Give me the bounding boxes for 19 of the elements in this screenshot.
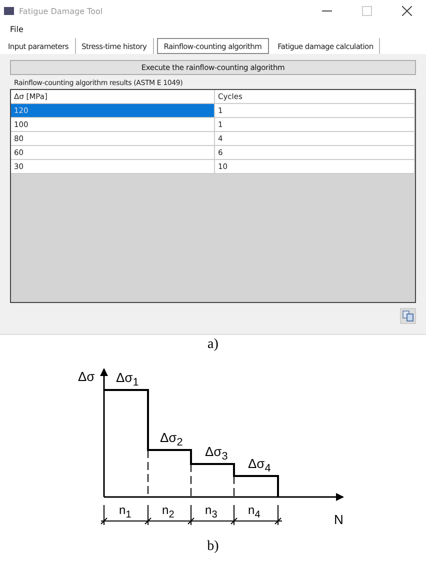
count-label: n$_{3}$ — [205, 503, 218, 520]
menu-item[interactable]: File — [10, 24, 24, 34]
axis-label: N — [334, 512, 344, 527]
level-label: Δσ$_{4}$ — [248, 456, 271, 475]
maximize-icon — [362, 6, 372, 16]
copy-button[interactable] — [400, 308, 416, 324]
figure-caption: b) — [206, 539, 220, 555]
count-label: n$_{1}$ — [119, 503, 132, 520]
dashed-divider — [190, 464, 192, 498]
level-label: Δσ$_{1}$ — [116, 370, 139, 389]
figure-caption: a) — [206, 337, 220, 353]
window-title: Fatigue Damage Tool — [19, 6, 104, 16]
level-label: Δσ$_{3}$ — [205, 444, 228, 463]
count-label: n$_{4}$ — [248, 503, 260, 520]
close-icon[interactable] — [402, 6, 412, 16]
axis-label: Δσ — [78, 369, 95, 384]
level-label: Δσ$_{2}$ — [160, 430, 183, 449]
app-icon — [4, 7, 14, 15]
count-label: n$_{2}$ — [162, 503, 174, 520]
